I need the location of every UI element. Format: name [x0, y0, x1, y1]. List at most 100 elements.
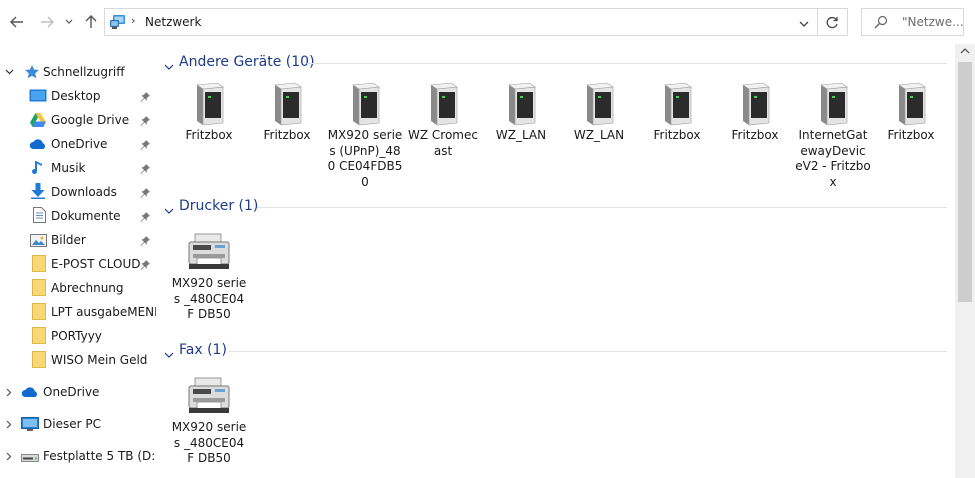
- refresh-icon: [826, 16, 838, 28]
- search-icon: [874, 15, 888, 32]
- network-device-item[interactable]: Fritzbox: [717, 80, 793, 144]
- arrow-right-icon: [41, 16, 54, 28]
- network-device-icon: [731, 80, 779, 128]
- network-device-item[interactable]: Fritzbox: [249, 80, 325, 144]
- item-label: Fritzbox: [731, 128, 779, 142]
- item-label: MX920 series _480CE04F DB50: [171, 276, 247, 321]
- pictures-icon: [29, 231, 47, 249]
- group-header-other-devices[interactable]: Andere Geräte (10): [157, 52, 947, 76]
- chevron-down-icon[interactable]: [164, 203, 174, 217]
- sidebar-item-onedrive-root[interactable]: OneDrive: [0, 380, 156, 404]
- sidebar-item-label: Desktop: [51, 89, 101, 103]
- breadcrumb-separator: ›: [131, 14, 136, 27]
- network-device-item[interactable]: WZ_LAN: [561, 80, 637, 144]
- content-pane: Andere Geräte (10) Fritzbox Fritzbox MX920…: [157, 44, 955, 478]
- pin-icon: [140, 235, 150, 249]
- scroll-up-icon[interactable]: [960, 44, 970, 58]
- navigation-pane: Schnellzugriff Desktop Google Drive OneD…: [0, 44, 156, 478]
- network-device-icon: [185, 80, 233, 128]
- google-drive-icon: [29, 111, 47, 129]
- network-device-icon: [263, 80, 311, 128]
- network-device-item[interactable]: WZ Cromecast: [405, 80, 481, 159]
- sidebar-item-dieser-pc[interactable]: Dieser PC: [0, 412, 156, 436]
- address-bar[interactable]: › Netzwerk: [104, 8, 818, 36]
- address-toolbar: › Netzwerk "Netzwe...: [0, 0, 975, 44]
- chevron-down-icon: [799, 21, 809, 27]
- forward-button[interactable]: [37, 12, 57, 32]
- sidebar-item-label: Dieser PC: [43, 417, 101, 431]
- sidebar-item-label: Schnellzugriff: [43, 65, 125, 79]
- sidebar-item-google-drive[interactable]: Google Drive: [0, 108, 156, 132]
- star-icon: [23, 63, 41, 81]
- onedrive-cloud-icon: [29, 135, 47, 153]
- vertical-scrollbar[interactable]: [955, 44, 975, 478]
- pin-icon: [140, 211, 150, 225]
- network-device-item[interactable]: Fritzbox: [639, 80, 715, 144]
- up-button[interactable]: [81, 12, 101, 32]
- back-button[interactable]: [7, 12, 27, 32]
- chevron-right-icon[interactable]: [4, 387, 14, 397]
- music-note-icon: [29, 159, 47, 177]
- chevron-expanded-icon[interactable]: [4, 67, 14, 77]
- network-device-icon: [809, 80, 857, 128]
- item-label: WZ Cromecast: [408, 128, 478, 158]
- item-label: InternetGat ewayDevic eV2 - Fritzbox: [795, 128, 871, 189]
- chevron-down-icon[interactable]: [164, 59, 174, 73]
- group-title: Drucker (1): [179, 198, 259, 214]
- network-device-icon: [653, 80, 701, 128]
- sidebar-item-label: WISO Mein Geld: [51, 353, 148, 367]
- search-box[interactable]: "Netzwe...: [861, 8, 964, 36]
- sidebar-item-quick-access[interactable]: Schnellzugriff: [0, 60, 156, 84]
- sidebar-item-wiso-mein-geld[interactable]: WISO Mein Geld: [0, 348, 156, 372]
- group-header-printers[interactable]: Drucker (1): [157, 196, 947, 220]
- computer-icon: [21, 415, 39, 433]
- sidebar-item-label: Festplatte 5 TB (D:): [43, 449, 156, 463]
- sidebar-item-portyyy[interactable]: PORTyyy: [0, 324, 156, 348]
- network-device-item[interactable]: InternetGat ewayDevic eV2 - Fritzbox: [795, 80, 871, 190]
- sidebar-item-bilder[interactable]: Bilder: [0, 228, 156, 252]
- network-device-item[interactable]: MX920 series (UPnP)_480 CE04FDB50: [327, 80, 403, 190]
- document-icon: [30, 206, 48, 224]
- folder-icon: [30, 302, 48, 320]
- sidebar-item-e-post-cloud[interactable]: E-POST CLOUD: [0, 252, 156, 276]
- printer-icon: [185, 228, 233, 276]
- item-label: MX920 series _480CE04F DB50: [171, 420, 247, 465]
- refresh-button[interactable]: [818, 8, 848, 36]
- pin-icon: [140, 115, 150, 129]
- sidebar-item-label: LPT ausgabeMENE1: [51, 305, 156, 319]
- sidebar-item-festplatte[interactable]: Festplatte 5 TB (D:): [0, 444, 156, 468]
- folder-icon: [30, 350, 48, 368]
- folder-icon: [30, 326, 48, 344]
- address-history-dropdown[interactable]: [799, 17, 809, 31]
- chevron-right-icon[interactable]: [4, 451, 14, 461]
- item-label: Fritzbox: [653, 128, 701, 142]
- sidebar-item-lpt-ausgabemene1[interactable]: LPT ausgabeMENE1: [0, 300, 156, 324]
- pin-icon: [140, 259, 150, 273]
- sidebar-item-label: Abrechnung: [51, 281, 124, 295]
- group-divider: [257, 207, 947, 208]
- printer-item[interactable]: MX920 series _480CE04F DB50: [171, 228, 247, 323]
- recent-locations-button[interactable]: [60, 12, 78, 32]
- chevron-down-icon[interactable]: [164, 347, 174, 361]
- scrollbar-thumb[interactable]: [958, 62, 972, 302]
- arrow-up-icon: [85, 15, 97, 28]
- breadcrumb-path[interactable]: Netzwerk: [145, 15, 201, 29]
- item-label: MX920 series (UPnP)_480 CE04FDB50: [327, 128, 403, 189]
- sidebar-item-downloads[interactable]: Downloads: [0, 180, 156, 204]
- sidebar-item-musik[interactable]: Musik: [0, 156, 156, 180]
- group-header-fax[interactable]: Fax (1): [157, 340, 947, 364]
- sidebar-item-dokumente[interactable]: Dokumente: [0, 204, 156, 228]
- sidebar-item-abrechnung[interactable]: Abrechnung: [0, 276, 156, 300]
- download-arrow-icon: [29, 182, 47, 200]
- sidebar-item-desktop[interactable]: Desktop: [0, 84, 156, 108]
- sidebar-item-onedrive[interactable]: OneDrive: [0, 132, 156, 156]
- folder-icon: [30, 254, 48, 272]
- fax-item[interactable]: MX920 series _480CE04F DB50: [171, 372, 247, 467]
- fax-printer-icon: [185, 372, 233, 420]
- network-device-item[interactable]: Fritzbox: [171, 80, 247, 144]
- group-title: Andere Geräte (10): [179, 54, 315, 70]
- network-device-item[interactable]: Fritzbox: [873, 80, 949, 144]
- folder-icon: [30, 278, 48, 296]
- network-device-item[interactable]: WZ_LAN: [483, 80, 559, 144]
- chevron-right-icon[interactable]: [4, 419, 14, 429]
